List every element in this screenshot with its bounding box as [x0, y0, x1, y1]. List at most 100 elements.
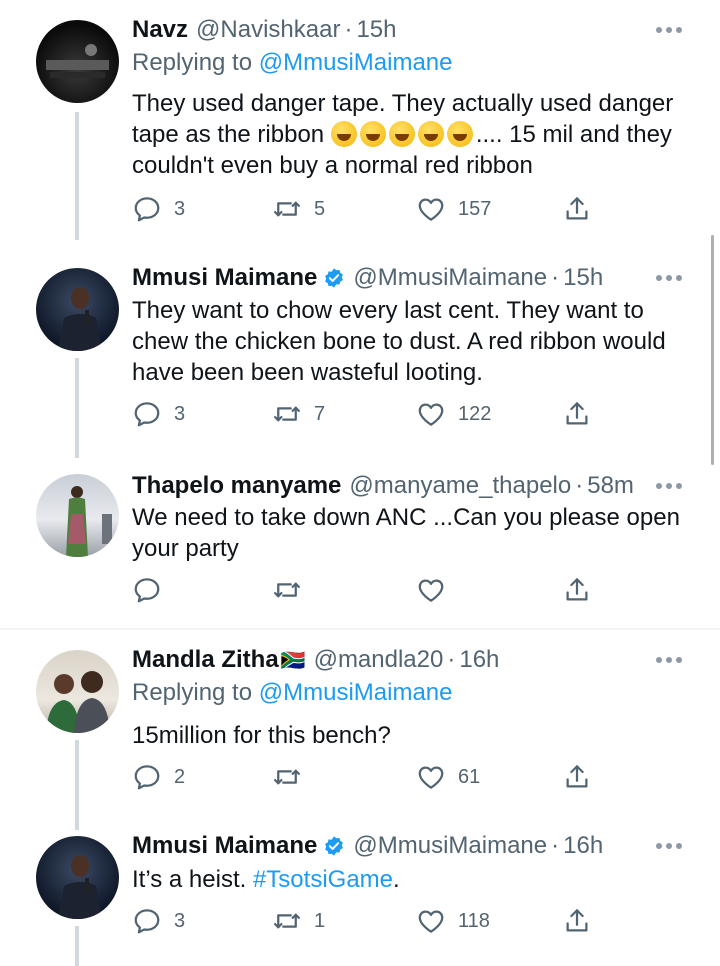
reply-button[interactable] [132, 573, 162, 607]
reply-icon [132, 194, 162, 224]
tweet-text: We need to take down ANC ...Can you plea… [132, 504, 680, 562]
like-icon [416, 575, 446, 605]
retweet-icon [272, 906, 302, 936]
share-button[interactable] [562, 573, 592, 607]
like-button[interactable]: 157 [416, 192, 491, 226]
avatar[interactable] [36, 650, 119, 733]
tweet-actions: 3 5 157 [132, 192, 612, 226]
display-name[interactable]: Mmusi Maimane [132, 264, 317, 292]
thread-line [75, 740, 79, 830]
share-icon [562, 399, 592, 429]
more-icon[interactable] [656, 274, 682, 282]
tweet-header: Navz @Navishkaar · 15h [132, 13, 397, 47]
like-count: 122 [458, 402, 492, 425]
tweet-actions [132, 573, 612, 607]
separator-dot: · [575, 472, 584, 499]
like-button[interactable]: 118 [416, 904, 490, 938]
more-icon[interactable] [656, 656, 682, 664]
thread-line [75, 358, 79, 458]
more-icon[interactable] [656, 482, 682, 490]
avatar[interactable] [36, 836, 119, 919]
display-name[interactable]: Navz [132, 16, 188, 44]
user-handle[interactable]: @manyame_thapelo [349, 472, 571, 500]
tweet-mmusi-1[interactable]: Mmusi Maimane @MmusiMaimane · 15h They w… [0, 250, 720, 458]
tweet-mandla[interactable]: Mandla Zitha 🇿🇦 @mandla20 · 16h Replying… [0, 634, 720, 830]
reply-count: 3 [174, 402, 186, 425]
timestamp[interactable]: 15h [563, 264, 603, 292]
user-handle[interactable]: @MmusiMaimane [353, 832, 547, 860]
retweet-icon [272, 399, 302, 429]
reply-count: 3 [174, 909, 186, 932]
like-icon [416, 194, 446, 224]
reply-button[interactable]: 3 [132, 397, 185, 431]
like-button[interactable]: 122 [416, 397, 491, 431]
more-icon[interactable] [656, 26, 682, 34]
share-icon [562, 575, 592, 605]
rofl-emoji-icon [330, 121, 476, 148]
reply-icon [132, 399, 162, 429]
timestamp[interactable]: 16h [459, 646, 499, 674]
replying-to-label: Replying to [132, 679, 259, 706]
reply-icon [132, 762, 162, 792]
separator-dot: · [447, 646, 456, 673]
retweet-button[interactable]: 5 [272, 192, 325, 226]
display-name[interactable]: Mandla Zitha [132, 646, 279, 674]
user-handle[interactable]: @mandla20 [314, 646, 444, 674]
tweet-thapelo[interactable]: Thapelo manyame @manyame_thapelo · 58m W… [0, 458, 720, 628]
share-button[interactable] [562, 904, 592, 938]
like-icon [416, 762, 446, 792]
retweet-count: 7 [314, 402, 326, 425]
replying-to-handle[interactable]: @MmusiMaimane [259, 679, 453, 706]
share-button[interactable] [562, 760, 592, 794]
reply-button[interactable]: 2 [132, 760, 185, 794]
display-name[interactable]: Thapelo manyame [132, 472, 341, 500]
verified-badge-icon [323, 835, 345, 857]
like-count: 118 [458, 909, 490, 932]
scrollbar[interactable] [711, 235, 714, 465]
like-count: 157 [458, 197, 492, 220]
avatar[interactable] [36, 474, 119, 557]
like-icon [416, 906, 446, 936]
tweet-mmusi-2[interactable]: Mmusi Maimane @MmusiMaimane · 16h It’s a… [0, 822, 720, 966]
retweet-button[interactable]: 1 [272, 904, 325, 938]
retweet-button[interactable] [272, 573, 302, 607]
tweet-actions: 2 61 [132, 760, 612, 794]
avatar[interactable] [36, 268, 119, 351]
replying-to: Replying to @MmusiMaimane [132, 679, 452, 707]
replying-to-handle[interactable]: @MmusiMaimane [259, 49, 453, 76]
timestamp[interactable]: 15h [356, 16, 396, 44]
retweet-icon [272, 194, 302, 224]
user-handle[interactable]: @Navishkaar [196, 16, 340, 44]
replying-to-label: Replying to [132, 49, 259, 76]
retweet-button[interactable] [272, 760, 302, 794]
reply-button[interactable]: 3 [132, 192, 185, 226]
reply-icon [132, 906, 162, 936]
retweet-button[interactable]: 7 [272, 397, 325, 431]
user-handle[interactable]: @MmusiMaimane [353, 264, 547, 292]
more-icon[interactable] [656, 842, 682, 850]
tweet-header: Mandla Zitha 🇿🇦 @mandla20 · 16h [132, 643, 499, 677]
share-icon [562, 762, 592, 792]
share-icon [562, 194, 592, 224]
tweet-text: 15million for this bench? [132, 722, 391, 749]
reply-count: 2 [174, 765, 186, 788]
hashtag-link[interactable]: #TsotsiGame [253, 866, 393, 893]
reply-icon [132, 575, 162, 605]
tweet-navz[interactable]: Navz @Navishkaar · 15h Replying to @Mmus… [0, 0, 720, 240]
retweet-icon [272, 575, 302, 605]
avatar[interactable] [36, 20, 119, 103]
tweet-actions: 3 1 118 [132, 904, 612, 938]
thread-line [75, 926, 79, 966]
timestamp[interactable]: 58m [587, 472, 634, 500]
share-button[interactable] [562, 192, 592, 226]
like-count: 61 [458, 765, 481, 788]
timestamp[interactable]: 16h [563, 832, 603, 860]
separator-dot: · [551, 264, 560, 291]
separator-dot: · [551, 832, 560, 859]
tweet-actions: 3 7 122 [132, 397, 612, 431]
share-button[interactable] [562, 397, 592, 431]
like-button[interactable] [416, 573, 446, 607]
like-button[interactable]: 61 [416, 760, 480, 794]
display-name[interactable]: Mmusi Maimane [132, 832, 317, 860]
reply-button[interactable]: 3 [132, 904, 185, 938]
